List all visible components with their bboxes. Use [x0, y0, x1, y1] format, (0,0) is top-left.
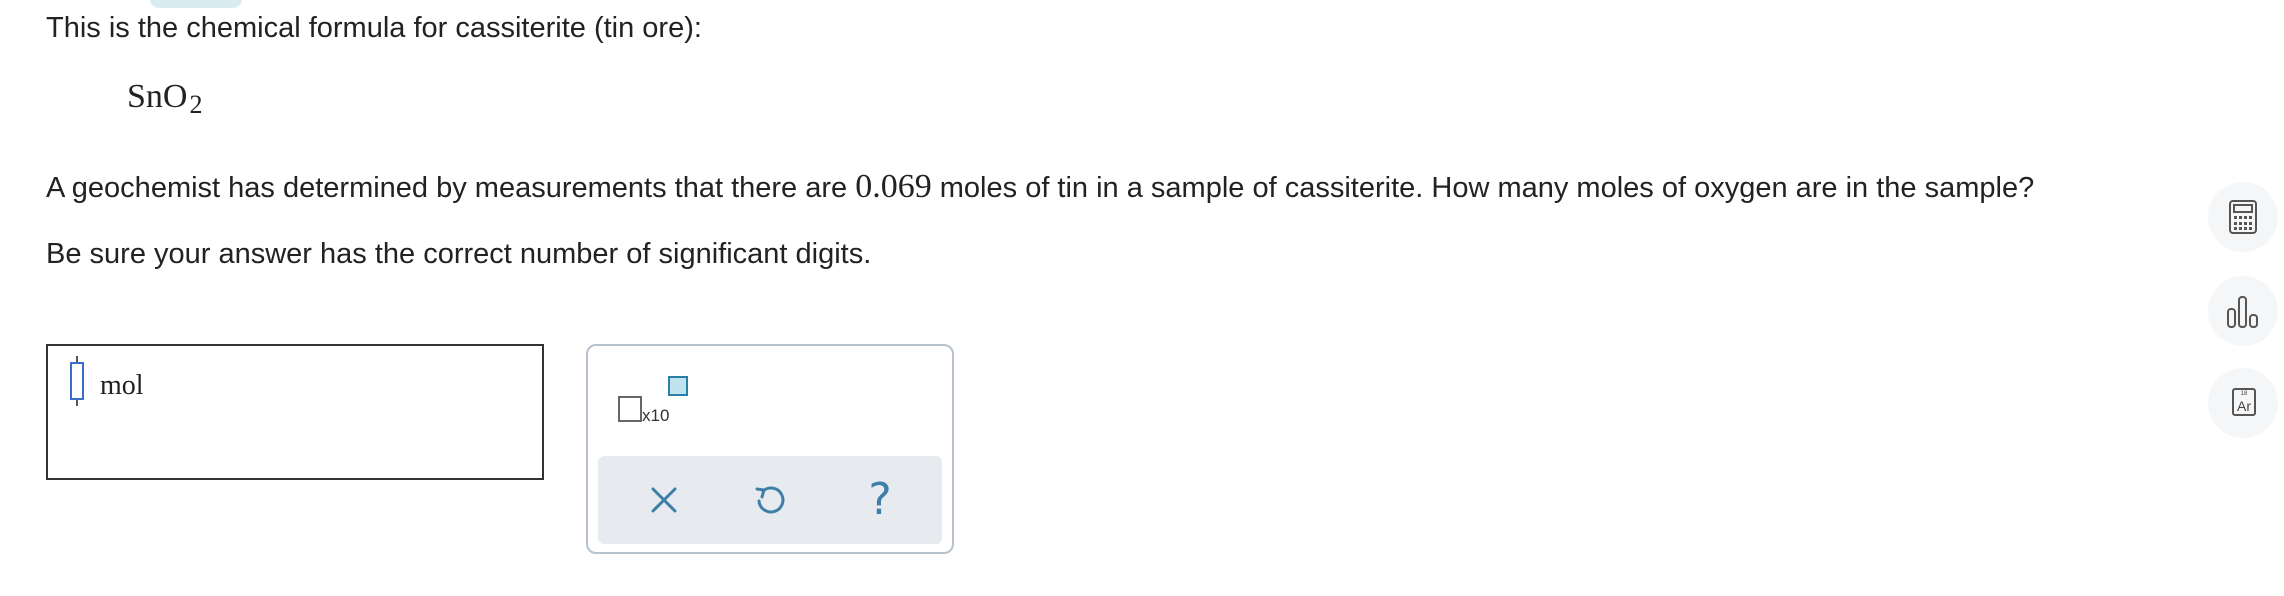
question-text-before: A geochemist has determined by measureme… [46, 172, 856, 204]
calculator-button[interactable] [2208, 182, 2278, 252]
mantissa-box-icon [618, 396, 642, 422]
answer-input-box[interactable]: mol [46, 344, 544, 480]
answer-unit: mol [100, 370, 144, 401]
periodic-element-number: 18 [2240, 391, 2248, 397]
undo-button[interactable] [740, 470, 800, 530]
scientific-notation-button[interactable]: x10 [618, 376, 692, 428]
bar-chart-icon [2227, 296, 2258, 328]
clear-button[interactable] [634, 470, 694, 530]
periodic-element-symbol: Ar [2237, 398, 2251, 414]
problem-intro: This is the chemical formula for cassite… [46, 12, 702, 44]
calculator-icon [2229, 200, 2257, 234]
undo-icon [755, 486, 785, 514]
chemical-formula: SnO2 [127, 78, 203, 119]
formula-subscript: 2 [189, 90, 203, 119]
problem-instruction: Be sure your answer has the correct numb… [46, 238, 872, 270]
help-icon: ? [868, 474, 892, 525]
problem-question: A geochemist has determined by measureme… [46, 168, 2034, 206]
top-tab-indicator [150, 0, 242, 8]
periodic-table-button[interactable]: 18 Ar [2208, 368, 2278, 438]
sci-notation-label: x10 [642, 406, 670, 425]
chart-button[interactable] [2208, 276, 2278, 346]
help-button[interactable]: ? [850, 470, 910, 530]
exponent-box-icon [668, 376, 688, 396]
math-tool-panel: x10 ? [586, 344, 954, 554]
question-value: 0.069 [855, 168, 932, 205]
close-icon [651, 487, 677, 513]
question-text-after: moles of tin in a sample of cassiterite.… [931, 172, 2035, 204]
formula-base: SnO [127, 78, 188, 115]
answer-entry-slot[interactable] [70, 362, 84, 400]
periodic-table-icon: 18 Ar [2232, 388, 2256, 416]
cursor-marker-bottom [76, 400, 78, 406]
action-bar: ? [598, 456, 942, 544]
